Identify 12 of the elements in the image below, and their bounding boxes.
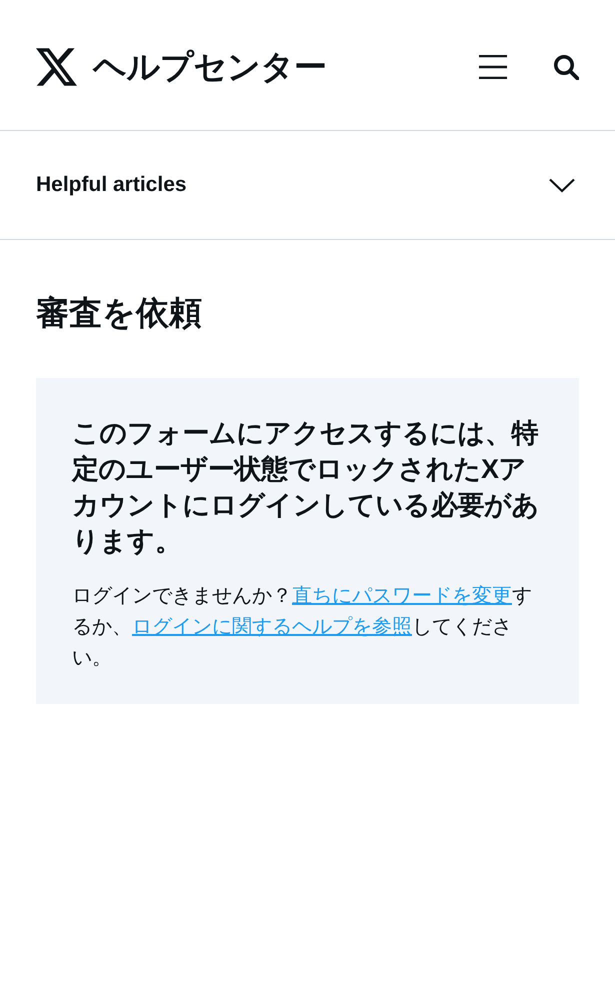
menu-icon: [479, 55, 507, 79]
notice-paragraph: ログインできませんか？直ちにパスワードを変更するか、ログインに関するヘルプを参照 してください。: [72, 584, 533, 671]
menu-button[interactable]: [479, 55, 507, 79]
notice-heading: このフォームにアクセスするには、特定のユーザー状態でロックされたXアカウントにログインしている必要があります。: [72, 417, 540, 558]
page-heading: 審査を依頼: [36, 293, 203, 333]
logo-icon: [36, 48, 77, 86]
site-title: ヘルプセンター: [93, 47, 326, 87]
help-link[interactable]: ログインに関するヘルプを参照: [132, 616, 412, 638]
help-link[interactable]: 直ちにパスワードを変更: [292, 585, 512, 607]
search-icon: [553, 54, 579, 80]
search-button[interactable]: [553, 54, 579, 80]
accordion-toggle[interactable]: Helpful articles: [0, 131, 615, 240]
